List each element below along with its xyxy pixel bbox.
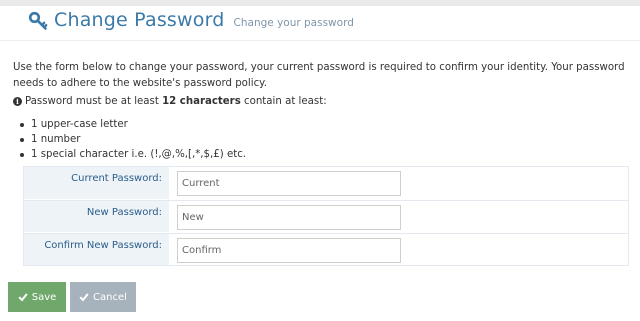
check-icon bbox=[79, 293, 89, 302]
list-item: 1 special character i.e. (!,@,%,[,*,$,£)… bbox=[20, 147, 246, 162]
header-divider bbox=[0, 40, 640, 41]
current-password-input[interactable] bbox=[177, 171, 401, 196]
requirement-suffix: contain at least: bbox=[240, 96, 327, 107]
form-row-new: New Password: bbox=[24, 200, 628, 232]
password-form: Current Password: New Password: Confirm … bbox=[23, 166, 629, 266]
new-password-label: New Password: bbox=[24, 201, 169, 232]
check-icon bbox=[18, 293, 28, 302]
requirement-prefix: Password must be at least bbox=[25, 96, 163, 107]
password-requirement: i Password must be at least 12 character… bbox=[13, 96, 327, 107]
page-header: Change Password Change your password bbox=[28, 9, 354, 39]
cancel-button[interactable]: Cancel bbox=[70, 282, 136, 312]
new-password-input[interactable] bbox=[177, 205, 401, 230]
password-rules-list: 1 upper-case letter 1 number 1 special c… bbox=[20, 117, 246, 162]
confirm-password-input[interactable] bbox=[177, 238, 401, 263]
cancel-button-label: Cancel bbox=[93, 291, 127, 303]
current-password-label: Current Password: bbox=[24, 167, 169, 199]
key-icon bbox=[28, 11, 48, 30]
top-bar bbox=[0, 0, 640, 6]
info-icon: i bbox=[13, 97, 22, 106]
form-row-confirm: Confirm New Password: bbox=[24, 233, 628, 265]
save-button[interactable]: Save bbox=[8, 282, 66, 312]
intro-text: Use the form below to change your passwo… bbox=[13, 62, 625, 89]
save-button-label: Save bbox=[31, 291, 57, 303]
form-row-current: Current Password: bbox=[24, 167, 628, 199]
page-title: Change Password bbox=[54, 9, 225, 31]
page-subtitle: Change your password bbox=[233, 17, 354, 29]
list-item: 1 upper-case letter bbox=[20, 117, 246, 132]
list-item: 1 number bbox=[20, 132, 246, 147]
confirm-password-label: Confirm New Password: bbox=[24, 234, 169, 265]
requirement-emphasis: 12 characters bbox=[162, 96, 241, 107]
